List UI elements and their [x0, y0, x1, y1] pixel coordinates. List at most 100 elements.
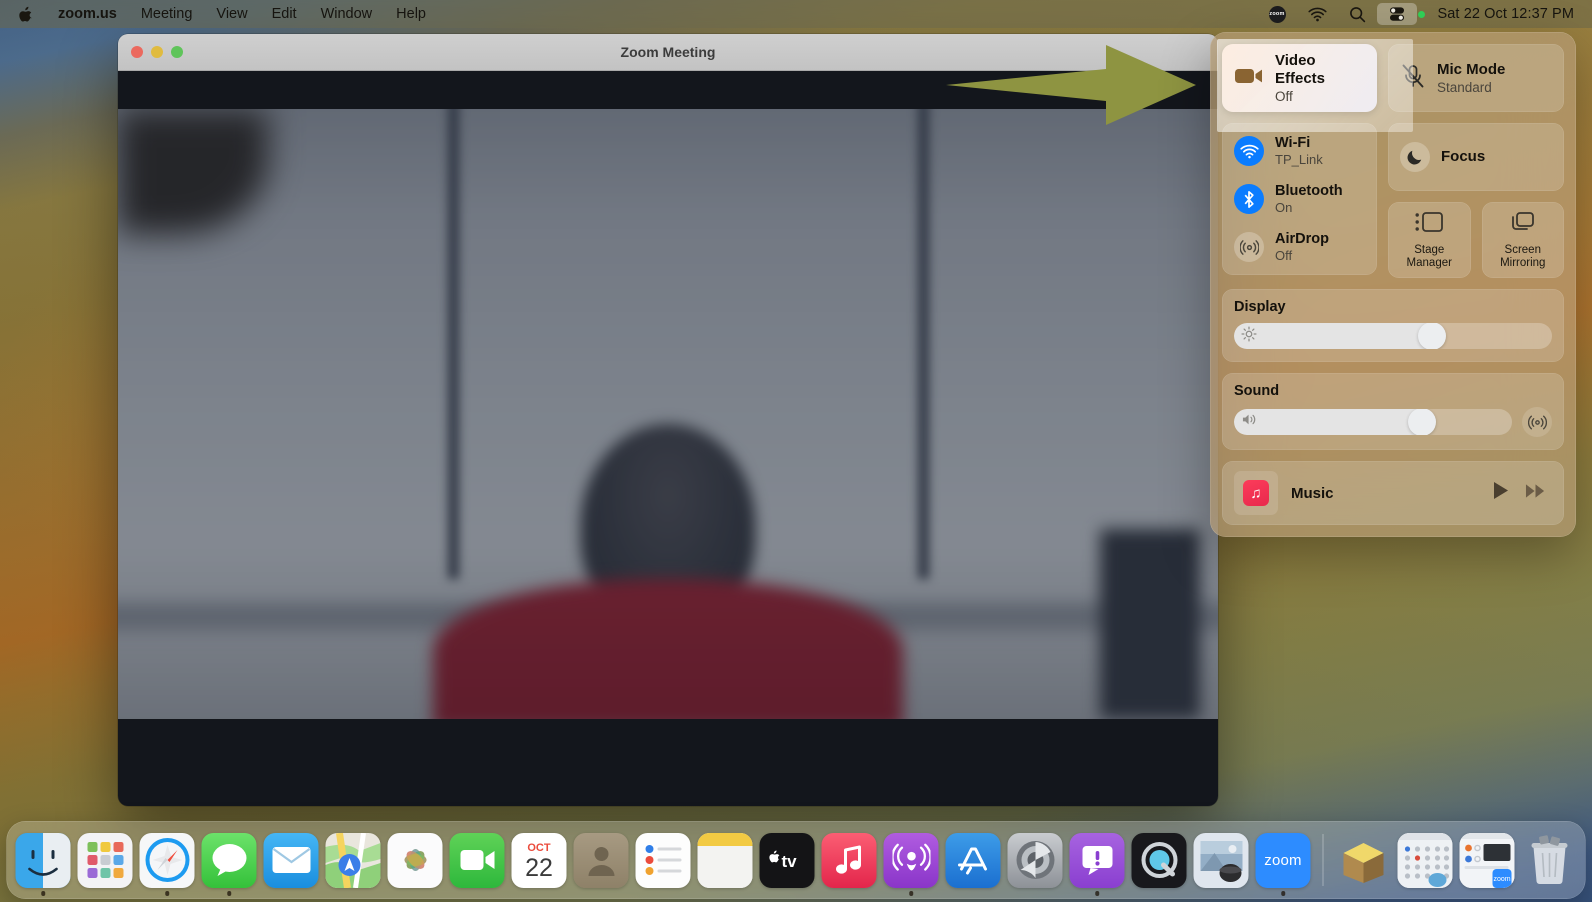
bluetooth-icon	[1234, 184, 1264, 214]
menu-bar-clock[interactable]: Sat 22 Oct 12:37 PM	[1428, 4, 1581, 24]
wifi-title: Wi-Fi	[1275, 135, 1311, 151]
screen-mirroring-tile[interactable]: Screen Mirroring	[1481, 202, 1564, 278]
appstore-icon	[945, 832, 1001, 888]
menu-item-zoom-us[interactable]: zoom.us	[46, 3, 129, 25]
connectivity-card: Wi-Fi TP_Link Bluetooth On AirDrop Off	[1222, 123, 1377, 275]
dock-item-launchpad[interactable]	[77, 832, 133, 888]
wifi-icon[interactable]	[1297, 3, 1338, 25]
zoom-meeting-window[interactable]: Zoom Meeting	[118, 34, 1218, 806]
stage-manager-label-line1: Stage	[1414, 244, 1445, 256]
dock-item-messages[interactable]	[201, 832, 257, 896]
display-label: Display	[1234, 299, 1286, 315]
menu-item-view[interactable]: View	[204, 3, 259, 25]
music-icon	[821, 832, 877, 888]
bluetooth-text: Bluetooth On	[1275, 183, 1343, 215]
mic-mode-title: Mic Mode	[1437, 60, 1506, 78]
volume-slider[interactable]	[1234, 409, 1512, 435]
dock-item-system-settings[interactable]	[1007, 832, 1063, 888]
dock-item-minimized-window-settings[interactable]: zoom	[1459, 832, 1515, 888]
dock-item-trash[interactable]	[1522, 833, 1577, 888]
playback-controls[interactable]	[1492, 481, 1552, 505]
mic-mode-subtitle: Standard	[1437, 79, 1492, 95]
brightness-slider[interactable]	[1234, 323, 1552, 349]
dock-separator	[1322, 834, 1324, 886]
airdrop-row[interactable]: AirDrop Off	[1222, 223, 1377, 271]
dock-item-mail[interactable]	[263, 832, 319, 888]
video-effects-tile-content: Video Effects Off	[1222, 44, 1377, 112]
dock-item-quicktime[interactable]	[1131, 832, 1187, 888]
menu-item-meeting[interactable]: Meeting	[129, 3, 205, 25]
wifi-network-name: TP_Link	[1275, 152, 1323, 167]
dock-item-calendar[interactable]: OCT 22	[511, 832, 567, 888]
menu-item-help[interactable]: Help	[384, 3, 438, 25]
music-album-art: ♫	[1234, 471, 1278, 515]
svg-text:tv: tv	[781, 852, 797, 870]
wifi-row[interactable]: Wi-Fi TP_Link	[1222, 127, 1377, 175]
play-icon[interactable]	[1492, 481, 1509, 505]
sound-slider-row[interactable]	[1234, 407, 1552, 437]
menu-item-edit[interactable]: Edit	[260, 3, 309, 25]
dock-item-feedback-assistant[interactable]	[1069, 832, 1125, 896]
dock-item-zoom[interactable]: zoom	[1255, 832, 1311, 896]
fast-forward-icon[interactable]	[1525, 483, 1546, 504]
menu-bar-status-area[interactable]: zoom Sat 22 Oct 12:37 PM	[1258, 3, 1592, 25]
dock-item-downloads-stack[interactable]	[1336, 833, 1391, 888]
dock-item-music[interactable]	[821, 832, 877, 888]
volume-slider-knob[interactable]	[1408, 409, 1437, 435]
video-effects-subtitle: Off	[1275, 88, 1293, 104]
calendar-day: 22	[525, 854, 553, 882]
dock-item-minimized-window-grid[interactable]	[1397, 832, 1453, 888]
bluetooth-row[interactable]: Bluetooth On	[1222, 175, 1377, 223]
dock[interactable]: OCT 22 tv zoom zoom	[6, 821, 1586, 899]
apple-logo-icon[interactable]	[14, 5, 46, 23]
zoom-menubar-icon[interactable]: zoom	[1258, 3, 1297, 25]
photos-icon	[387, 832, 443, 888]
dock-item-photos[interactable]	[387, 832, 443, 888]
dock-item-podcasts[interactable]	[883, 832, 939, 896]
control-center-icon[interactable]	[1376, 3, 1417, 25]
now-playing-widget[interactable]: ♫ Music	[1222, 461, 1564, 525]
reminders-icon	[635, 832, 691, 888]
desktop-screen: Zoom Meeting zoom.us Meeting View Edit W…	[0, 0, 1592, 902]
dock-item-maps[interactable]	[325, 832, 381, 888]
dock-item-reminders[interactable]	[635, 832, 691, 888]
dock-item-facetime[interactable]	[449, 832, 505, 888]
green-arrow-annotation	[946, 45, 1196, 125]
video-dim-overlay	[118, 109, 1218, 719]
volume-slider-fill	[1234, 409, 1435, 435]
control-center-panel[interactable]: Video Effects Off Wi-Fi TP_Link Bluetoot…	[1210, 32, 1576, 537]
dock-item-notes[interactable]	[697, 832, 753, 888]
launchpad-icon	[77, 832, 133, 888]
menu-item-window[interactable]: Window	[309, 3, 385, 25]
airdrop-text: AirDrop Off	[1275, 231, 1329, 263]
trash-icon	[1522, 833, 1577, 888]
running-indicator	[164, 891, 170, 896]
wifi-icon	[1234, 136, 1264, 166]
screen-mirroring-label-line2: Mirroring	[1500, 257, 1546, 269]
display-section: Display	[1222, 289, 1564, 362]
dock-item-preview[interactable]	[1193, 832, 1249, 888]
dock-item-finder[interactable]	[15, 832, 71, 896]
finder-icon	[15, 832, 71, 888]
dock-item-appstore[interactable]	[945, 832, 1001, 888]
video-effects-tile[interactable]: Video Effects Off	[1222, 44, 1377, 112]
notes-icon	[697, 832, 753, 888]
safari-icon	[139, 832, 195, 888]
minimized-window-settings-icon: zoom	[1459, 832, 1515, 888]
brightness-slider-knob[interactable]	[1417, 323, 1446, 349]
display-slider-row[interactable]	[1234, 323, 1552, 349]
video-effects-text: Video Effects Off	[1275, 52, 1365, 105]
mic-mode-tile[interactable]: Mic Mode Standard	[1388, 44, 1564, 112]
calendar-icon: OCT 22	[511, 832, 567, 888]
stage-manager-tile[interactable]: Stage Manager	[1388, 202, 1471, 278]
spotlight-search-icon[interactable]	[1338, 3, 1377, 25]
focus-tile[interactable]: Focus	[1388, 123, 1564, 191]
appletv-icon: tv	[759, 832, 815, 888]
menu-bar[interactable]: zoom.us Meeting View Edit Window Help zo…	[0, 0, 1592, 28]
dock-item-safari[interactable]	[139, 832, 195, 896]
airplay-icon[interactable]	[1522, 407, 1552, 437]
menu-bar-left[interactable]: zoom.us Meeting View Edit Window Help	[0, 3, 438, 25]
dock-item-appletv[interactable]: tv	[759, 832, 815, 888]
dock-item-contacts[interactable]	[573, 832, 629, 888]
zoom-app-label: zoom	[1264, 851, 1302, 869]
